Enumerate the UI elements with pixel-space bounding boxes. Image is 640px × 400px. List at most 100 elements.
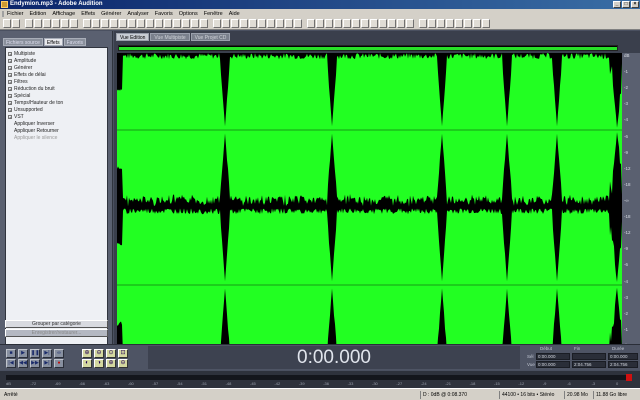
toolbar-button[interactable] <box>34 19 42 28</box>
toolbar-button[interactable] <box>406 19 414 28</box>
menu-analyser[interactable]: Analyser <box>124 11 151 17</box>
tree-item[interactable]: + Spécial <box>8 92 105 99</box>
toolbar-button[interactable] <box>285 19 293 28</box>
maximize-button[interactable]: □ <box>622 1 630 8</box>
toolbar-button[interactable] <box>379 19 387 28</box>
sel-end-field[interactable] <box>572 353 606 360</box>
menu-generer[interactable]: Générer <box>98 11 124 17</box>
toolbar-button[interactable] <box>61 19 69 28</box>
toolbar-button[interactable] <box>231 19 239 28</box>
toolbar-button[interactable] <box>146 19 154 28</box>
play-button[interactable]: ▶ <box>18 349 28 358</box>
tree-item[interactable]: Appliquer le silence <box>8 134 105 141</box>
rewind-button[interactable]: ◀◀ <box>18 359 28 368</box>
expand-icon[interactable]: + <box>8 58 12 63</box>
record-button[interactable]: ● <box>54 359 64 368</box>
toolbar-button[interactable] <box>397 19 405 28</box>
zoom-selection-icon[interactable]: ⊡ <box>118 349 128 358</box>
toolbar-button[interactable] <box>191 19 199 28</box>
menu-effets[interactable]: Effets <box>78 11 98 17</box>
view-length-field[interactable]: 2:04.756 <box>608 361 638 368</box>
toolbar-button[interactable] <box>316 19 324 28</box>
toolbar-button[interactable] <box>92 19 100 28</box>
stop-button[interactable]: ■ <box>6 349 16 358</box>
toolbar-button[interactable] <box>388 19 396 28</box>
zoom-right-icon[interactable]: ◑ <box>94 359 104 368</box>
toolbar-button[interactable] <box>437 19 445 28</box>
view-start-field[interactable]: 0:00.000 <box>536 361 570 368</box>
tree-item[interactable]: + Réduction du bruit <box>8 85 105 92</box>
group-by-category-button[interactable]: Grouper par catégorie <box>5 320 108 328</box>
toolbar-button[interactable] <box>267 19 275 28</box>
close-button[interactable]: × <box>631 1 639 8</box>
expand-icon[interactable]: + <box>8 65 12 70</box>
toolbar-button[interactable] <box>446 19 454 28</box>
toolbar-button[interactable] <box>83 19 91 28</box>
zoom-full-icon[interactable]: ⊙ <box>106 349 116 358</box>
zoom-out-icon[interactable]: ⊖ <box>94 349 104 358</box>
zoom-left-icon[interactable]: ◐ <box>82 359 92 368</box>
tab-fichiers-source[interactable]: Fichiers source <box>3 38 43 46</box>
toolbar-button[interactable] <box>464 19 472 28</box>
tree-item[interactable]: + Générer <box>8 64 105 71</box>
play-to-end-button[interactable]: ▶| <box>42 349 52 358</box>
waveform-display[interactable] <box>117 53 622 362</box>
tab-vue-multipiste[interactable]: Vue Multipiste <box>150 33 190 41</box>
toolbar-button[interactable] <box>137 19 145 28</box>
toolbar-button[interactable] <box>164 19 172 28</box>
tree-item[interactable]: + Amplitude <box>8 57 105 64</box>
toolbar-button[interactable] <box>182 19 190 28</box>
menu-options[interactable]: Options <box>176 11 201 17</box>
fast-forward-button[interactable]: ▶▶ <box>30 359 40 368</box>
toolbar-button[interactable] <box>52 19 60 28</box>
expand-icon[interactable]: + <box>8 100 12 105</box>
expand-icon[interactable]: + <box>8 51 12 56</box>
toolbar-button[interactable] <box>343 19 351 28</box>
toolbar-button[interactable] <box>276 19 284 28</box>
toolbar-button[interactable] <box>12 19 20 28</box>
save-restore-button[interactable]: Enregistrer/restaurer... <box>5 329 108 337</box>
toolbar-button[interactable] <box>213 19 221 28</box>
toolbar-button[interactable] <box>352 19 360 28</box>
menu-affichage[interactable]: Affichage <box>49 11 78 17</box>
toolbar-button[interactable] <box>473 19 481 28</box>
zoom-vert-in-icon[interactable]: ⊕ <box>106 359 116 368</box>
view-end-field[interactable]: 2:04.756 <box>572 361 606 368</box>
menu-fenetre[interactable]: Fenêtre <box>201 11 226 17</box>
toolbar-button[interactable] <box>370 19 378 28</box>
menu-fichier[interactable]: Fichier <box>2 10 27 17</box>
toolbar-button[interactable] <box>101 19 109 28</box>
toolbar-button[interactable] <box>294 19 302 28</box>
toolbar-button[interactable] <box>25 19 33 28</box>
tree-item[interactable]: + Effets de délai <box>8 71 105 78</box>
toolbar-button[interactable] <box>334 19 342 28</box>
toolbar-button[interactable] <box>155 19 163 28</box>
expand-icon[interactable]: + <box>8 72 12 77</box>
toolbar-button[interactable] <box>222 19 230 28</box>
tree-item[interactable]: + Unsupported <box>8 106 105 113</box>
go-start-button[interactable]: |◀ <box>6 359 16 368</box>
toolbar-button[interactable] <box>200 19 208 28</box>
tree-item[interactable]: Appliquer Retourner <box>8 127 105 134</box>
toolbar-button[interactable] <box>307 19 315 28</box>
toolbar-button[interactable] <box>325 19 333 28</box>
tab-effets[interactable]: Effets <box>43 38 63 46</box>
tree-item[interactable]: + VST <box>8 113 105 120</box>
tree-item[interactable]: + Filtres <box>8 78 105 85</box>
pause-button[interactable]: ❚❚ <box>30 349 40 358</box>
toolbar-button[interactable] <box>258 19 266 28</box>
zoom-vert-out-icon[interactable]: ⊖ <box>118 359 128 368</box>
expand-icon[interactable]: + <box>8 93 12 98</box>
tree-item[interactable]: + Temps/Hauteur de ton <box>8 99 105 106</box>
tab-vue-projet-cd[interactable]: Vue Projet CD <box>190 33 231 41</box>
sel-start-field[interactable]: 0:00.000 <box>536 353 570 360</box>
toolbar-button[interactable] <box>482 19 490 28</box>
overview-bar[interactable] <box>118 45 618 51</box>
toolbar-button[interactable] <box>249 19 257 28</box>
tab-favoris[interactable]: Favoris <box>63 38 87 46</box>
toolbar-button[interactable] <box>240 19 248 28</box>
menu-aide[interactable]: Aide <box>226 11 243 17</box>
overview-range[interactable] <box>119 47 617 50</box>
menu-edition[interactable]: Edition <box>27 11 50 17</box>
toolbar-button[interactable] <box>3 19 11 28</box>
